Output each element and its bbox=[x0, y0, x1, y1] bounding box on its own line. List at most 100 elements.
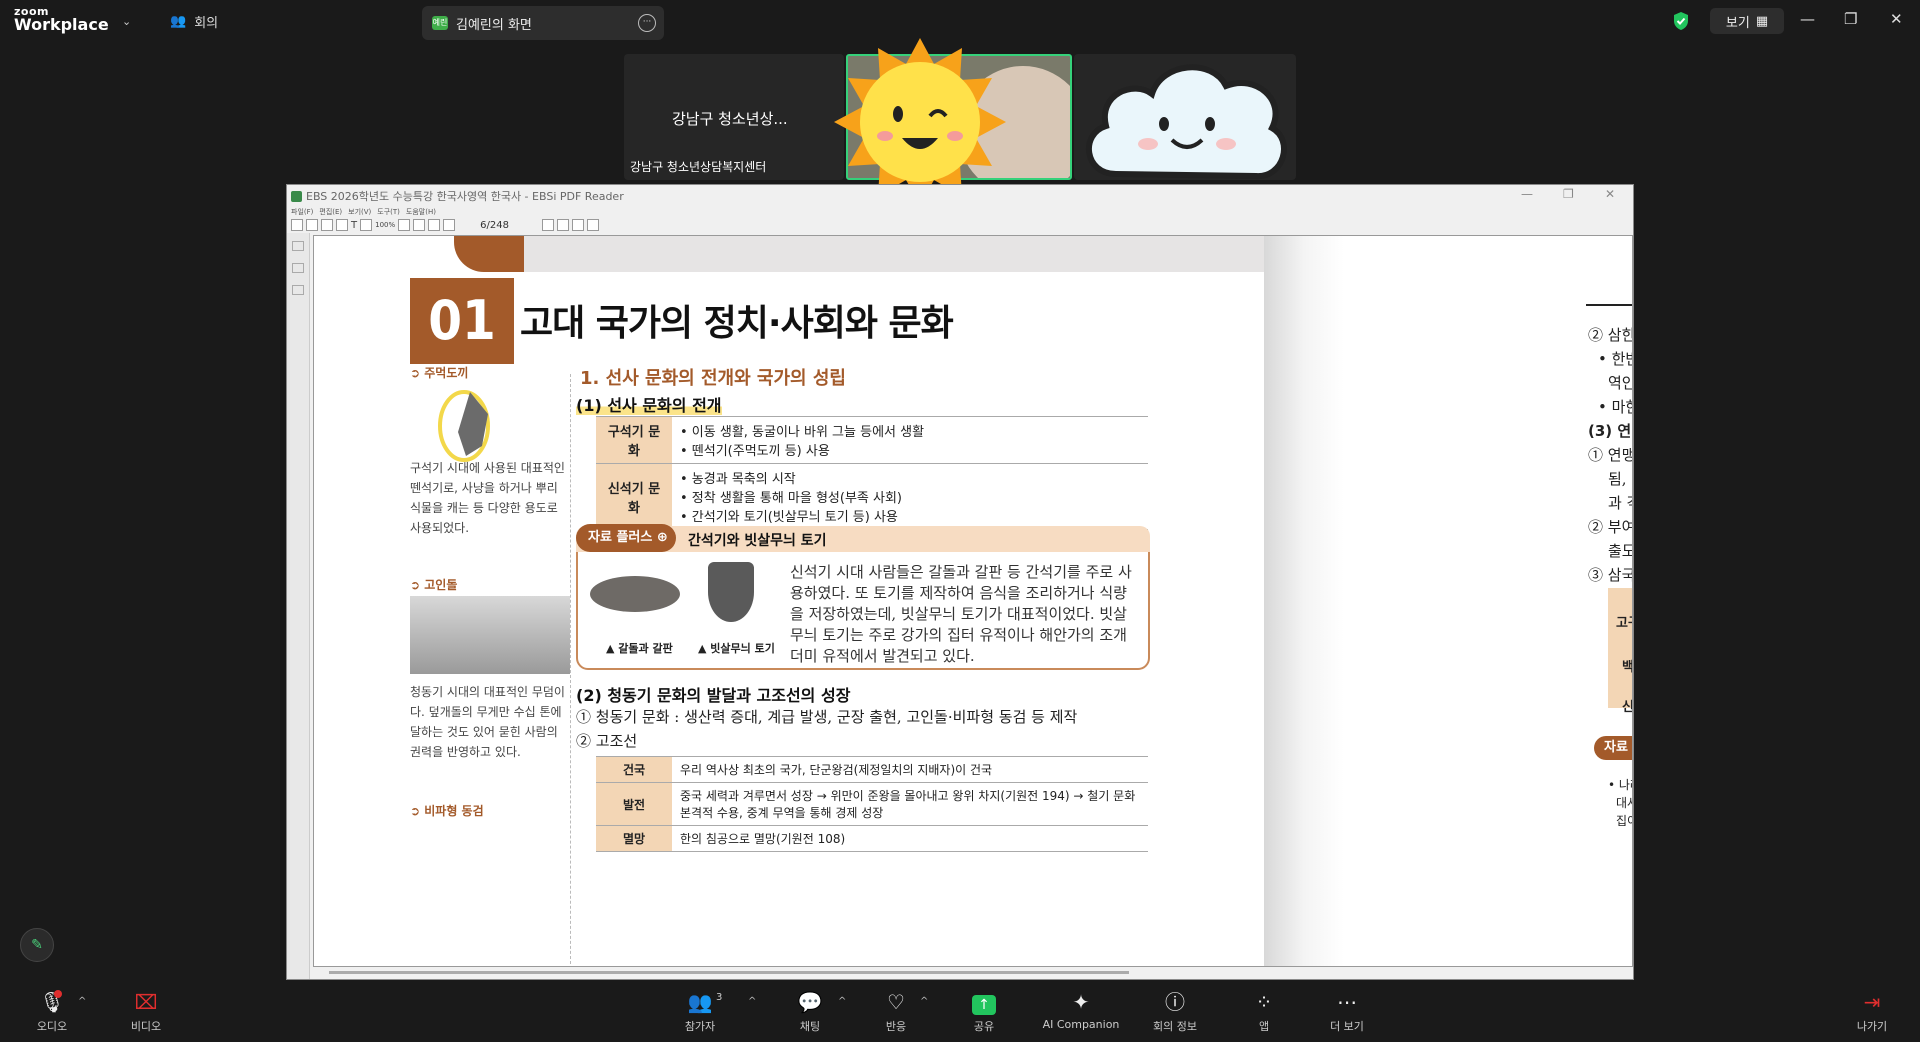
table-cell: 중국 세력과 겨루면서 성장 → 위만이 준왕을 몰아내고 왕위 차지(기원전 … bbox=[672, 782, 1148, 826]
bookmark-icon[interactable] bbox=[292, 241, 304, 251]
menu-tools[interactable]: 도구(T) bbox=[377, 207, 400, 217]
zoom-level[interactable]: 100% bbox=[375, 221, 395, 229]
cloud-sticker bbox=[1086, 64, 1287, 179]
annotate-pencil-icon[interactable]: ✎ bbox=[20, 928, 54, 962]
horizontal-scrollbar[interactable] bbox=[329, 971, 1129, 974]
sun-sticker bbox=[834, 38, 1006, 204]
meeting-controls: 🎙 오디오 ^ ⌧ 비디오 👥 참가자 3 ^ 💬 채팅 ^ ♡ 반응 ^ ↑ … bbox=[0, 982, 1920, 1042]
section-heading: 1. 선사 문화의 전개와 국가의 성립 bbox=[580, 368, 846, 389]
body-text: 집이었다. ··· bbox=[1616, 814, 1632, 828]
zoom-in-icon[interactable] bbox=[360, 219, 373, 231]
apps-button[interactable]: ⁘ 앱 bbox=[1242, 990, 1286, 1034]
chevron-down-icon[interactable]: ⌄ bbox=[122, 15, 131, 28]
restore-icon[interactable]: ❐ bbox=[1844, 10, 1857, 28]
tab-meeting[interactable]: 👥 회의 bbox=[170, 12, 218, 31]
body-text: ② 고조선 bbox=[576, 732, 638, 750]
note-text: 청동기 시대의 대표적인 무덤이다. 덮개돌의 무게만 수십 톤에 달하는 것도… bbox=[410, 685, 565, 759]
table-cell: • 이동 생활, 동굴이나 바위 그늘 등에서 생활 • 뗀석기(주먹도끼 등)… bbox=[672, 416, 1148, 464]
sharer-avatar: 예린 bbox=[432, 16, 448, 30]
two-page-icon[interactable] bbox=[556, 219, 569, 231]
comb-pottery-image bbox=[708, 562, 754, 622]
tab-screen-share[interactable]: 예린 김예린의 화면 ··· bbox=[422, 6, 664, 40]
reader-menu: 파일(F) 편집(E) 보기(V) 도구(T) 도움말(H) bbox=[291, 207, 436, 217]
menu-file[interactable]: 파일(F) bbox=[291, 207, 313, 217]
info-icon: ⓘ bbox=[1165, 990, 1185, 1014]
table-key: 구석기 문화 bbox=[596, 416, 672, 464]
menu-view[interactable]: 보기(V) bbox=[348, 207, 371, 217]
share-up-arrow-icon: ↑ bbox=[972, 995, 996, 1015]
right-document-page: ② 삼한(마한 · 진 • 한반도 남부 역인 소도 존 • 마한에서 백 (3… bbox=[1264, 236, 1633, 966]
audio-options-icon[interactable]: ^ bbox=[78, 996, 86, 1007]
note-text: 구석기 시대에 사용된 대표적인 뗀석기로, 사냥을 하거나 뿌리 식물을 캐는… bbox=[410, 461, 565, 535]
reader-toolbar: T 100% 6/248 bbox=[291, 218, 599, 232]
table-key: 신석기 문화 bbox=[596, 463, 672, 530]
note-heading: ➲ 고인돌 bbox=[410, 578, 458, 592]
open-icon[interactable] bbox=[291, 219, 303, 231]
grid-icon: ▦ bbox=[1755, 13, 1769, 29]
view-button[interactable]: 보기 ▦ bbox=[1710, 8, 1784, 34]
reactions-options-icon[interactable]: ^ bbox=[920, 996, 928, 1007]
table-cell: 우리 역사상 최초의 국가, 단군왕검(제정일치의 지배자)이 건국 bbox=[672, 756, 1148, 783]
hand-tool-icon[interactable] bbox=[336, 219, 348, 231]
audio-button[interactable]: 🎙 오디오 bbox=[30, 990, 74, 1034]
shield-icon[interactable] bbox=[1672, 11, 1690, 31]
microphone-icon: 🎙 bbox=[39, 990, 65, 1014]
video-button[interactable]: ⌧ 비디오 bbox=[124, 990, 168, 1034]
reader-sidebar bbox=[287, 233, 310, 979]
leave-icon: ⇥ bbox=[1863, 990, 1881, 1014]
more-icon[interactable]: ··· bbox=[638, 14, 656, 32]
fit-width-icon[interactable] bbox=[413, 219, 426, 231]
zoom-logo[interactable]: zoom Workplace bbox=[14, 6, 109, 33]
rotate-icon[interactable] bbox=[586, 219, 599, 231]
page-indicator[interactable]: 6/248 bbox=[480, 220, 509, 231]
reader-restore-icon[interactable]: ❐ bbox=[1563, 187, 1574, 201]
table-key: 건국 bbox=[596, 756, 672, 783]
prev-page-icon[interactable] bbox=[428, 219, 441, 231]
thumbnail-icon[interactable] bbox=[292, 263, 304, 273]
resource-tag: 자료 플러스 ⊕ bbox=[576, 524, 676, 552]
note-heading: ➲ 비파형 동검 bbox=[410, 804, 484, 818]
table-row: 멸망 한의 침공으로 멸망(기원전 108) bbox=[596, 825, 1148, 852]
participant-label: 강남구 청소년상담복지센터 bbox=[630, 160, 767, 174]
ai-companion-button[interactable]: ✦ AI Companion bbox=[1036, 990, 1126, 1031]
more-button[interactable]: ⋯ 더 보기 bbox=[1320, 990, 1374, 1034]
participants-icon: 👥 bbox=[170, 14, 187, 29]
meeting-info-button[interactable]: ⓘ 회의 정보 bbox=[1144, 990, 1206, 1034]
note-heading: ➲ 주먹도끼 bbox=[410, 366, 469, 380]
next-page-icon[interactable] bbox=[443, 219, 456, 231]
text-tool-icon[interactable]: T bbox=[351, 220, 357, 231]
table-key: 신라 bbox=[1622, 700, 1633, 715]
shared-screen-pdf-reader[interactable]: EBS 2026학년도 수능특강 한국사영역 한국사 - EBSi PDF Re… bbox=[286, 184, 1634, 980]
participants-options-icon[interactable]: ^ bbox=[748, 996, 756, 1007]
chat-icon: 💬 bbox=[797, 990, 823, 1014]
reader-close-icon[interactable]: ✕ bbox=[1605, 187, 1615, 201]
more-icon: ⋯ bbox=[1337, 990, 1357, 1014]
video-off-icon: ⌧ bbox=[134, 990, 158, 1014]
print-icon[interactable] bbox=[321, 219, 333, 231]
leave-button[interactable]: ⇥ 나가기 bbox=[1850, 990, 1894, 1034]
sparkle-icon: ✦ bbox=[1072, 990, 1090, 1014]
video-tile[interactable]: 강남구 청소년상... 강남구 청소년상담복지센터 bbox=[624, 54, 844, 180]
resource-tag: 자료 플러스 bbox=[1594, 736, 1632, 760]
info-label: 회의 정보 bbox=[1153, 1020, 1197, 1033]
apps-icon: ⁘ bbox=[1255, 990, 1273, 1014]
reactions-button[interactable]: ♡ 반응 bbox=[874, 990, 918, 1034]
chat-options-icon[interactable]: ^ bbox=[838, 996, 846, 1007]
single-page-icon[interactable] bbox=[541, 219, 554, 231]
table-row: 구석기 문화 • 이동 생활, 동굴이나 바위 그늘 등에서 생활 • 뗀석기(… bbox=[596, 416, 1148, 464]
minimize-icon[interactable]: — bbox=[1800, 10, 1815, 28]
fit-page-icon[interactable] bbox=[398, 219, 411, 231]
save-icon[interactable] bbox=[306, 219, 318, 231]
share-screen-button[interactable]: ↑ 공유 bbox=[962, 990, 1006, 1034]
table-key: 발전 bbox=[596, 782, 672, 826]
chat-button[interactable]: 💬 채팅 bbox=[788, 990, 832, 1034]
continuous-icon[interactable] bbox=[571, 219, 584, 231]
search-icon[interactable] bbox=[292, 285, 304, 295]
close-icon[interactable]: ✕ bbox=[1890, 10, 1903, 28]
header-band bbox=[514, 236, 1304, 272]
chat-label: 채팅 bbox=[799, 1020, 821, 1033]
menu-help[interactable]: 도움말(H) bbox=[406, 207, 436, 217]
menu-edit[interactable]: 편집(E) bbox=[319, 207, 342, 217]
table-key: 멸망 bbox=[596, 825, 672, 852]
reader-minimize-icon[interactable]: — bbox=[1521, 187, 1533, 201]
